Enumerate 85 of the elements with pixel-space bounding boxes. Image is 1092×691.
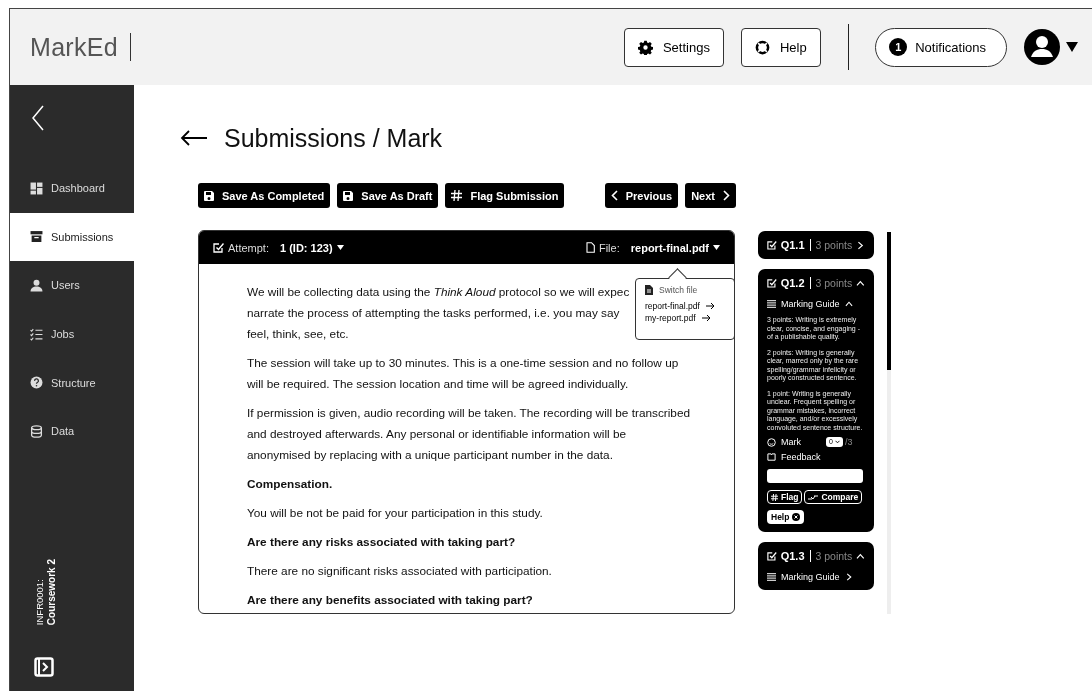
compare-button[interactable]: Compare: [804, 490, 863, 504]
checkbox-icon: [767, 240, 777, 250]
chevron-up-icon: [844, 300, 853, 308]
chevron-right-icon: [856, 240, 865, 250]
caret-icon[interactable]: [1066, 42, 1078, 52]
checkbox-icon: [767, 551, 777, 561]
arrow-right-icon: [705, 302, 715, 310]
feedback-label: Feedback: [781, 452, 821, 462]
flag-button[interactable]: Flag Submission: [445, 183, 565, 208]
terminal-icon[interactable]: [34, 657, 54, 677]
question-icon: [30, 376, 43, 390]
sidebar-item[interactable]: Submissions: [10, 212, 134, 262]
archive-icon: [30, 230, 43, 244]
mark-max: /3: [844, 437, 853, 447]
marking-guide-toggle[interactable]: Marking Guide: [767, 299, 853, 309]
database-icon: [30, 424, 43, 438]
file-menu-item[interactable]: my-report.pdf: [645, 313, 734, 323]
course-code: INFR0001:: [34, 578, 45, 625]
question-header[interactable]: Q1.1 3 points: [767, 231, 865, 251]
caret-icon: [713, 245, 720, 250]
chevron-right-icon: [844, 573, 853, 581]
document-paragraph: We will be collecting data using the Think Aloud protocol so we will expec narrate the process of attempting the tasks performed, i.e. you may say feel, think, see, etc.: [247, 284, 630, 343]
chevron-up-icon: [856, 551, 865, 561]
marking-guide-toggle[interactable]: Marking Guide: [767, 572, 853, 582]
question-header[interactable]: Q1.2 3 points: [767, 269, 865, 289]
scrollbar[interactable]: [887, 232, 891, 614]
chevron-up-icon: [856, 278, 865, 288]
lifebuoy-icon: [754, 39, 770, 55]
notifications-button[interactable]: 1 Notifications: [875, 27, 1007, 67]
chevron-left-icon: [610, 190, 618, 201]
feedback-field[interactable]: [767, 469, 863, 483]
sidebar-item[interactable]: Users: [10, 261, 134, 310]
chevron-down-icon: [834, 440, 840, 444]
user-icon: [30, 279, 43, 292]
smile-icon: [767, 437, 776, 447]
document-paragraph: The session will take up to 30 minutes. This is a one-time session and no follow up will be required. The session location and time will be agreed individually.: [247, 355, 679, 393]
checkbox-icon: [767, 278, 777, 288]
document-paragraph: There are no significant risks associated with participation.: [247, 563, 552, 580]
document-paragraph: If permission is given, audio recording will be taken. The recording will be transcribed and destroyed afterwards. Any personal or identifiable information will be anonymised by replacing with a unique participant number in the data.: [247, 405, 691, 464]
hash-icon: [451, 190, 463, 201]
sidebar-item[interactable]: Data: [10, 406, 134, 456]
page-title: Submissions / Mark: [224, 123, 443, 153]
hash-icon: [771, 493, 778, 501]
file-menu-item[interactable]: report-final.pdf: [645, 301, 734, 311]
save-button[interactable]: Save As Completed: [198, 183, 331, 208]
dashboard-icon: [30, 181, 43, 195]
avatar-icon[interactable]: [1024, 29, 1060, 65]
flag-button[interactable]: Flag: [767, 490, 803, 504]
settings-button[interactable]: Settings: [623, 27, 724, 67]
document-heading: Compensation.: [247, 476, 333, 493]
help-button[interactable]: Help: [767, 510, 805, 524]
file-dropdown[interactable]: File: report-final.pdf: [585, 241, 720, 254]
mark-label: Mark: [781, 437, 802, 447]
document-heading: Are there any risks associated with taking part?: [247, 534, 516, 551]
sidebar-item[interactable]: Jobs: [10, 309, 134, 359]
document-paragraph: You will be not be paid for your participation in this study.: [247, 505, 543, 522]
next-button[interactable]: Next: [685, 183, 736, 208]
close-icon: [792, 513, 801, 521]
book-icon: [767, 452, 776, 462]
save-icon: [343, 190, 354, 201]
save-icon: [204, 190, 214, 201]
compare-icon: [808, 493, 819, 501]
back-arrow-icon[interactable]: [180, 130, 208, 146]
previous-button[interactable]: Previous: [604, 183, 679, 208]
sidebar-item[interactable]: Dashboard: [10, 164, 134, 213]
app-logo: MarkEd: [30, 32, 118, 62]
help-button[interactable]: Help: [740, 27, 821, 67]
sidebar-item[interactable]: Structure: [10, 358, 134, 407]
caret-icon: [336, 245, 344, 250]
file-icon: [585, 242, 595, 253]
question-header[interactable]: Q1.3 3 points: [767, 542, 865, 562]
document-heading: Are there any benefits associated with taking part?: [247, 592, 533, 609]
course-name: Coursework 2: [46, 558, 57, 625]
menu-title: Switch file: [659, 285, 698, 295]
chevron-right-icon: [723, 190, 730, 201]
back-icon[interactable]: [31, 105, 45, 131]
arrow-right-icon: [701, 314, 711, 322]
list-icon: [767, 573, 776, 581]
settings-icon: [637, 39, 653, 55]
document-icon: [645, 285, 653, 295]
checklist-icon: [30, 327, 43, 341]
checkbox-icon: [213, 242, 224, 253]
attempt-dropdown[interactable]: Attempt: 1 (ID: 123): [213, 241, 344, 254]
save-button[interactable]: Save As Draft: [337, 183, 439, 208]
list-icon: [767, 300, 776, 308]
